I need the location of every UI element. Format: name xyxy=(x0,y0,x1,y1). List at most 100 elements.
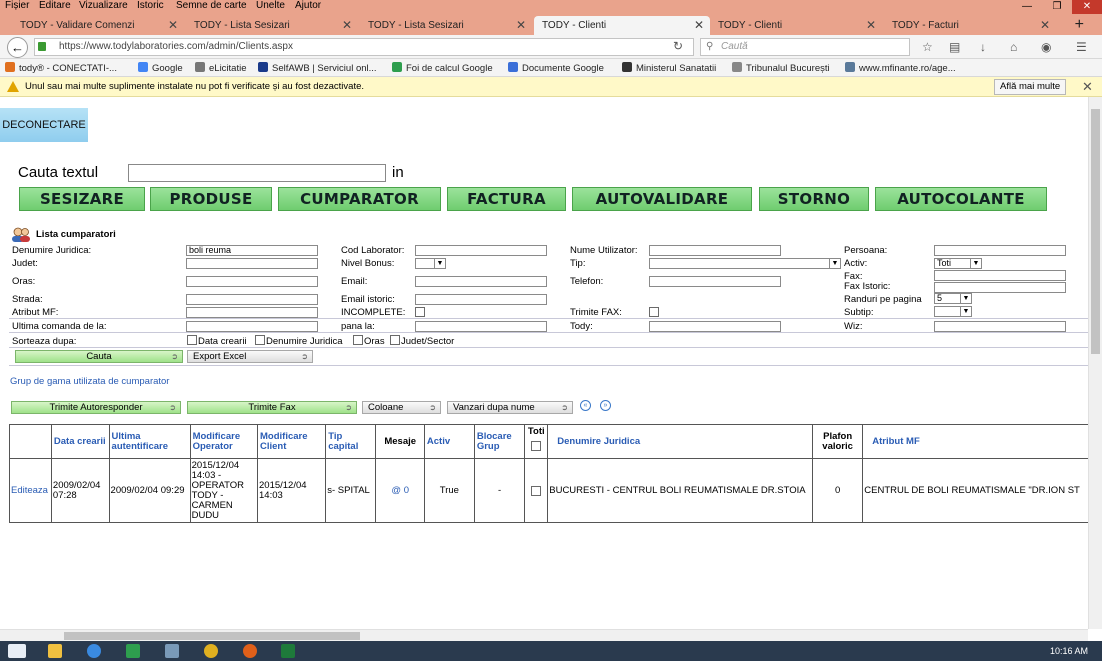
reload-icon[interactable]: ↻ xyxy=(673,39,683,53)
sort-data-crearii-checkbox[interactable] xyxy=(187,335,197,345)
new-tab-button[interactable]: + xyxy=(1075,14,1084,35)
col-atribut-mf-header[interactable]: Atribut MF xyxy=(862,424,1088,459)
editeaza-link[interactable]: Editeaza xyxy=(11,485,48,496)
tab-clienti-active[interactable]: TODY - Clienti ✕ xyxy=(534,16,710,35)
close-tab-icon[interactable]: ✕ xyxy=(866,16,876,35)
vertical-scroll-thumb[interactable] xyxy=(1091,109,1100,354)
produse-button[interactable]: PRODUSE xyxy=(150,187,272,211)
bookmark-ministerul[interactable]: Ministerul Sanatatii xyxy=(622,62,716,74)
bookmark-mfinante[interactable]: www.mfinante.ro/age... xyxy=(845,62,956,74)
file-explorer-icon[interactable] xyxy=(48,644,62,658)
row-select-checkbox[interactable] xyxy=(531,485,542,496)
storno-button[interactable]: STORNO xyxy=(759,187,869,211)
email-istoric-input[interactable] xyxy=(415,294,547,305)
close-notification-icon[interactable]: ✕ xyxy=(1082,79,1093,95)
tab-lista-sesizari-2[interactable]: TODY - Lista Sesizari ✕ xyxy=(360,16,532,35)
tab-validare-comenzi[interactable]: TODY - Validare Comenzi ✕ xyxy=(12,16,184,35)
subtip-select[interactable]: ▼ xyxy=(934,306,972,317)
chat-icon[interactable]: ◉ xyxy=(1041,40,1051,54)
ie-icon[interactable] xyxy=(87,644,101,658)
trimite-fax-button[interactable]: Trimite Fax ➲ xyxy=(187,401,357,414)
tody-input[interactable] xyxy=(649,321,781,332)
windows-start-icon[interactable] xyxy=(8,644,26,658)
judet-input[interactable] xyxy=(186,258,318,269)
nume-utilizator-input[interactable] xyxy=(649,245,781,256)
autovalidare-button[interactable]: AUTOVALIDARE xyxy=(572,187,752,211)
search-input[interactable]: Caută xyxy=(700,38,910,56)
ultima-comanda-input[interactable] xyxy=(186,321,318,332)
bookmark-tody[interactable]: tody® - CONECTATI-... xyxy=(5,62,117,74)
nivel-bonus-select[interactable]: ▼ xyxy=(415,258,446,269)
menu-bookmarks[interactable]: Semne de carte xyxy=(176,0,247,11)
address-bar[interactable]: https://www.todylaboratories.com/admin/C… xyxy=(34,38,694,56)
close-tab-icon[interactable]: ✕ xyxy=(516,16,526,35)
sort-oras-checkbox[interactable] xyxy=(353,335,363,345)
denumire-juridica-input[interactable]: boli reuma xyxy=(186,245,318,256)
menu-view[interactable]: Vizualizare xyxy=(79,0,128,11)
restore-icon[interactable]: ❐ xyxy=(1042,0,1072,14)
wiz-input[interactable] xyxy=(934,321,1066,332)
close-tab-icon[interactable]: ✕ xyxy=(694,16,704,35)
sort-denumire-checkbox[interactable] xyxy=(255,335,265,345)
firefox-icon[interactable] xyxy=(243,644,257,658)
randuri-select[interactable]: 5 ▼ xyxy=(934,293,972,304)
tab-clienti-2[interactable]: TODY - Clienti ✕ xyxy=(710,16,882,35)
tip-select[interactable]: ▼ xyxy=(649,258,841,269)
learn-more-button[interactable]: Află mai multe xyxy=(994,79,1067,95)
star-icon[interactable]: ☆ xyxy=(922,40,933,54)
excel-icon[interactable] xyxy=(281,644,295,658)
logout-button[interactable]: DECONECTARE xyxy=(0,108,88,142)
col-activ-header[interactable]: Activ xyxy=(423,424,475,459)
chrome-icon[interactable] xyxy=(204,644,218,658)
menu-tools[interactable]: Unelte xyxy=(256,0,285,11)
search-text-input[interactable] xyxy=(128,164,386,182)
close-tab-icon[interactable]: ✕ xyxy=(168,16,178,35)
menu-edit[interactable]: Editare xyxy=(39,0,71,11)
col-data-crearii-header[interactable]: Data crearii xyxy=(50,424,110,459)
col-ultima-autentificare-header[interactable]: Ultima autentificare xyxy=(108,424,191,459)
bookmark-tribunalul[interactable]: Tribunalul București xyxy=(732,62,830,74)
horizontal-scrollbar[interactable] xyxy=(0,629,1088,641)
telefon-input[interactable] xyxy=(649,276,781,287)
bookmark-sheets[interactable]: Foi de calcul Google xyxy=(392,62,493,74)
vertical-scrollbar[interactable] xyxy=(1088,97,1102,629)
export-excel-button[interactable]: Export Excel ➲ xyxy=(187,350,313,363)
grup-gama-link[interactable]: Grup de gama utilizata de cumparator xyxy=(10,376,169,387)
sort-judet-checkbox[interactable] xyxy=(390,335,400,345)
strada-input[interactable] xyxy=(186,294,318,305)
incomplete-checkbox[interactable] xyxy=(415,307,425,317)
menu-history[interactable]: Istoric xyxy=(137,0,164,11)
activ-select[interactable]: Toti ▼ xyxy=(934,258,982,269)
cauta-button[interactable]: Cauta ➲ xyxy=(15,350,183,363)
close-tab-icon[interactable]: ✕ xyxy=(1040,16,1050,35)
home-icon[interactable]: ⌂ xyxy=(1010,40,1017,54)
tab-facturi[interactable]: TODY - Facturi ✕ xyxy=(884,16,1056,35)
pana-la-input[interactable] xyxy=(415,321,547,332)
factura-button[interactable]: FACTURA xyxy=(447,187,566,211)
fax-istoric-input[interactable] xyxy=(934,282,1066,293)
reading-list-icon[interactable]: ▤ xyxy=(949,40,960,54)
close-tab-icon[interactable]: ✕ xyxy=(342,16,352,35)
atribut-mf-input[interactable] xyxy=(186,307,318,318)
store-icon[interactable] xyxy=(126,644,140,658)
col-modificare-operator-header[interactable]: Modificare Operator xyxy=(189,424,259,459)
pager-next-icon[interactable]: » xyxy=(600,400,611,411)
photos-icon[interactable] xyxy=(165,644,179,658)
minimize-icon[interactable]: — xyxy=(1012,0,1042,14)
bookmark-google[interactable]: Google xyxy=(138,62,183,74)
coloane-button[interactable]: Coloane ➲ xyxy=(362,401,441,414)
col-modificare-client-header[interactable]: Modificare Client xyxy=(256,424,327,459)
menu-file[interactable]: Fișier xyxy=(5,0,29,11)
download-icon[interactable]: ↓ xyxy=(980,40,986,54)
pager-prev-icon[interactable]: « xyxy=(580,400,591,411)
bookmark-elicitatie[interactable]: eLicitatie xyxy=(195,62,247,74)
fax-input[interactable] xyxy=(934,270,1066,281)
cumparator-button[interactable]: CUMPARATOR xyxy=(278,187,441,211)
autocolante-button[interactable]: AUTOCOLANTE xyxy=(875,187,1047,211)
bookmark-docs[interactable]: Documente Google xyxy=(508,62,604,74)
oras-input[interactable] xyxy=(186,276,318,287)
menu-help[interactable]: Ajutor xyxy=(295,0,321,11)
back-button[interactable]: ← xyxy=(7,37,28,58)
col-tip-capital-header[interactable]: Tip capital xyxy=(325,424,377,459)
bookmark-selfawb[interactable]: SelfAWB | Serviciul onl... xyxy=(258,62,377,74)
